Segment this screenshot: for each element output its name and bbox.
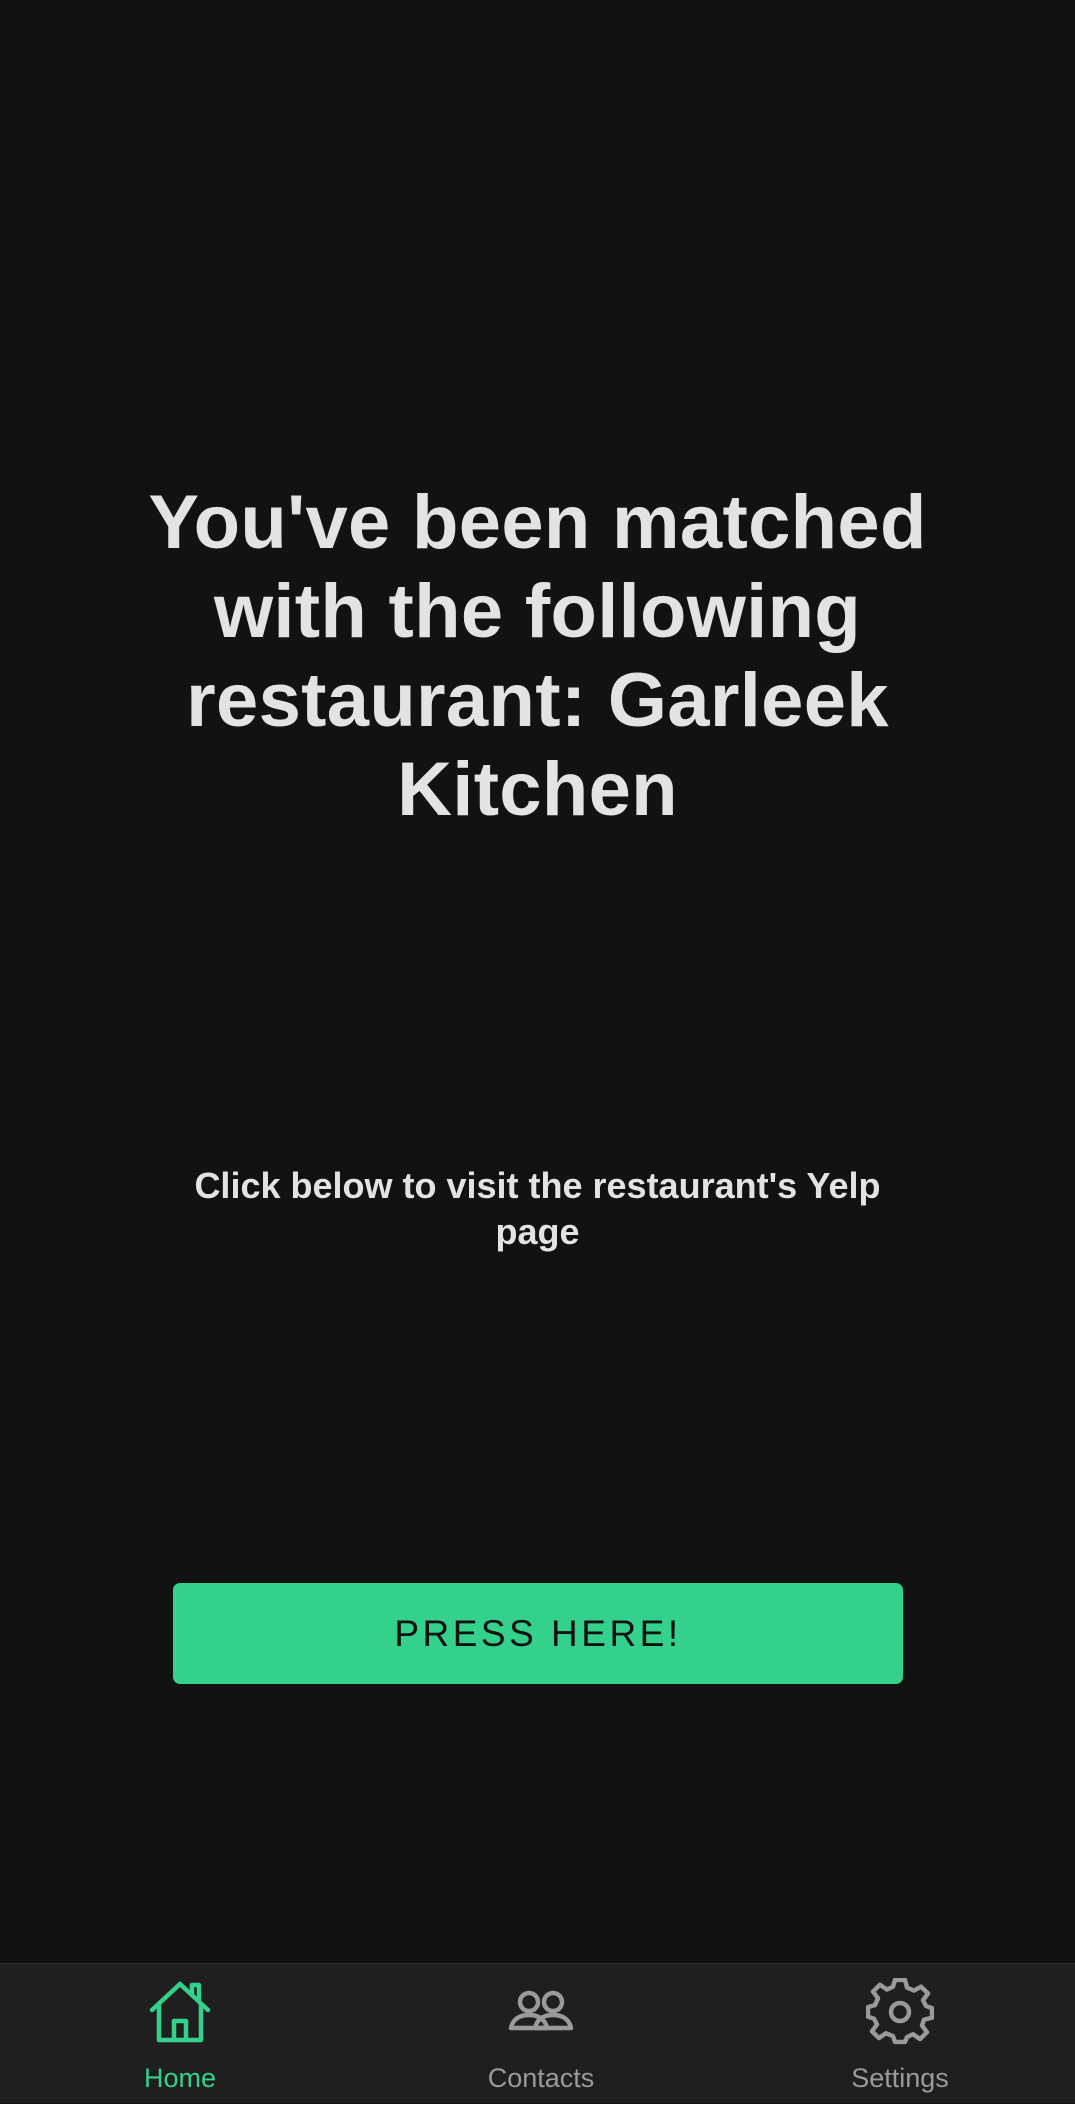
nav-item-contacts[interactable]: Contacts: [441, 1964, 641, 2104]
press-here-button[interactable]: PRESS HERE!: [173, 1583, 903, 1684]
gear-icon: [865, 1977, 935, 2046]
nav-label-home: Home: [143, 2063, 217, 2093]
press-here-label: PRESS HERE!: [394, 1612, 682, 1654]
nav-label-contacts: Contacts: [487, 2063, 595, 2093]
main-screen: You've been matched with the following r…: [0, 0, 1075, 1963]
match-title: You've been matched with the following r…: [148, 480, 927, 832]
nav-label-settings: Settings: [851, 2063, 949, 2093]
nav-item-settings[interactable]: Settings: [800, 1964, 1000, 2104]
contacts-icon: [507, 1978, 575, 2046]
nav-item-home[interactable]: Home: [80, 1964, 280, 2104]
home-icon: [146, 1978, 214, 2046]
yelp-instructions: Click below to visit the restaurant's Ye…: [194, 1165, 881, 1252]
bottom-nav: Home Contacts Settings: [0, 1963, 1075, 2103]
